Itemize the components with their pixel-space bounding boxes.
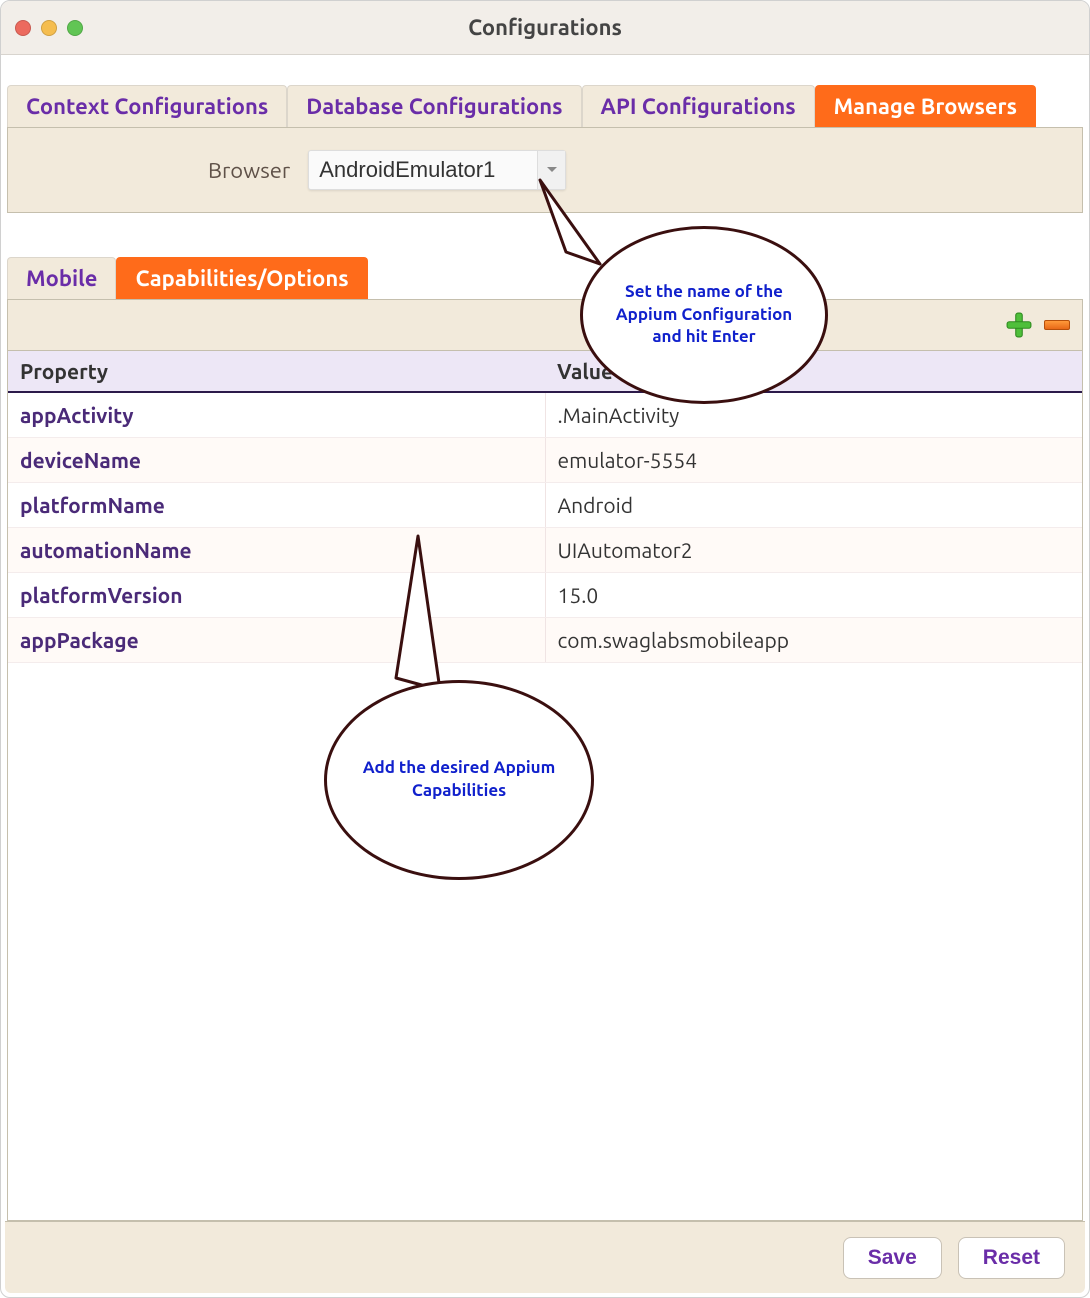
table-row[interactable]: deviceNameemulator-5554 (8, 438, 1082, 483)
table-row[interactable]: automationNameUIAutomator2 (8, 528, 1082, 573)
browser-dropdown[interactable] (308, 150, 566, 190)
browser-label: Browser (208, 158, 290, 183)
capability-value[interactable]: UIAutomator2 (545, 528, 1082, 573)
chevron-down-icon (546, 166, 558, 174)
capability-value[interactable]: emulator-5554 (545, 438, 1082, 483)
tab-manage-browsers[interactable]: Manage Browsers (815, 85, 1036, 127)
tab-database-configurations[interactable]: Database Configurations (287, 85, 581, 127)
tab-context-configurations[interactable]: Context Configurations (7, 85, 287, 127)
capability-value[interactable]: .MainActivity (545, 392, 1082, 438)
capability-property[interactable]: automationName (8, 528, 545, 573)
reset-button[interactable]: Reset (958, 1237, 1065, 1279)
capabilities-table-wrap: Property Value appActivity.MainActivityd… (7, 351, 1083, 1221)
add-capability-button[interactable] (1006, 312, 1032, 338)
tab-capabilities-options[interactable]: Capabilities/Options (116, 257, 367, 299)
capabilities-toolbar (7, 299, 1083, 351)
window-title: Configurations (1, 15, 1089, 40)
table-row[interactable]: platformNameAndroid (8, 483, 1082, 528)
browser-name-input[interactable] (309, 153, 537, 187)
capability-property[interactable]: appPackage (8, 618, 545, 663)
capability-property[interactable]: deviceName (8, 438, 545, 483)
save-button[interactable]: Save (843, 1237, 942, 1279)
browser-dropdown-toggle[interactable] (537, 151, 565, 189)
capability-value[interactable]: Android (545, 483, 1082, 528)
capability-value[interactable]: com.swaglabsmobileapp (545, 618, 1082, 663)
remove-capability-button[interactable] (1044, 320, 1070, 330)
plus-icon (1006, 312, 1032, 338)
titlebar: Configurations (1, 1, 1089, 55)
column-property[interactable]: Property (8, 351, 545, 392)
window-minimize-icon[interactable] (41, 20, 57, 36)
column-value[interactable]: Value (545, 351, 1082, 392)
table-row[interactable]: appPackagecom.swaglabsmobileapp (8, 618, 1082, 663)
tab-mobile[interactable]: Mobile (7, 257, 116, 299)
sub-tabs: Mobile Capabilities/Options (1, 257, 1089, 299)
window-zoom-icon[interactable] (67, 20, 83, 36)
window-close-icon[interactable] (15, 20, 31, 36)
capability-property[interactable]: platformVersion (8, 573, 545, 618)
table-row[interactable]: appActivity.MainActivity (8, 392, 1082, 438)
table-row[interactable]: platformVersion15.0 (8, 573, 1082, 618)
capabilities-table: Property Value appActivity.MainActivityd… (8, 351, 1082, 663)
capability-property[interactable]: appActivity (8, 392, 545, 438)
minus-icon (1044, 320, 1070, 330)
tab-api-configurations[interactable]: API Configurations (582, 85, 815, 127)
capability-value[interactable]: 15.0 (545, 573, 1082, 618)
main-tabs: Context Configurations Database Configur… (1, 85, 1089, 127)
capability-property[interactable]: platformName (8, 483, 545, 528)
footer-bar: Save Reset (5, 1221, 1085, 1293)
browser-bar: Browser (7, 127, 1083, 213)
